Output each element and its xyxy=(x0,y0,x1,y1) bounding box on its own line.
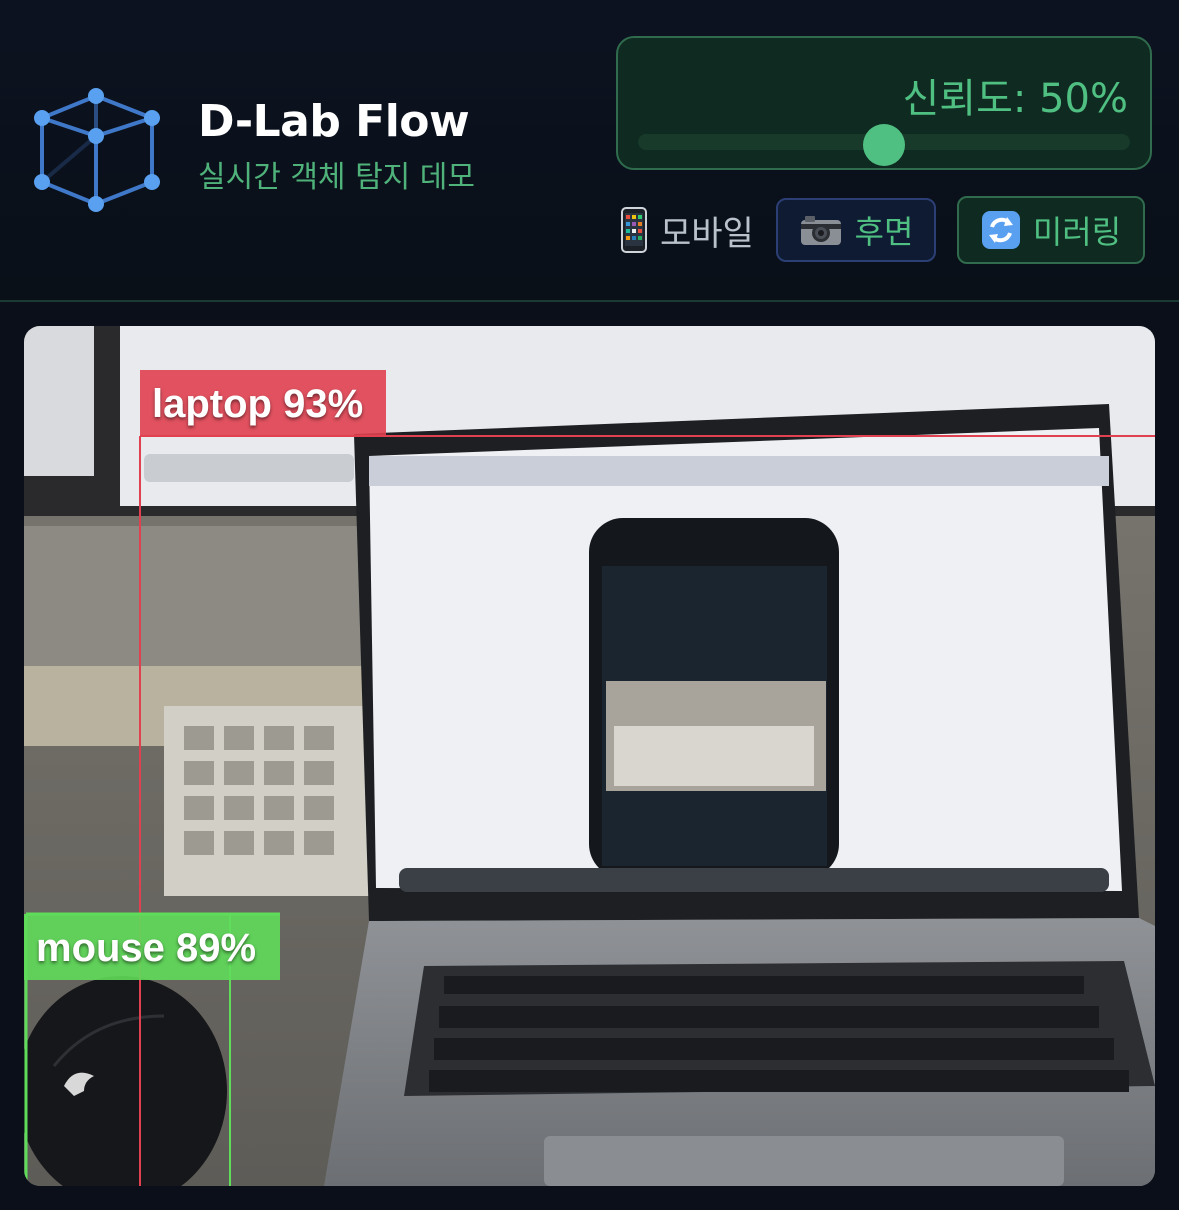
confidence-slider-thumb[interactable] xyxy=(863,124,905,166)
app-title: D-Lab Flow xyxy=(198,96,470,147)
mirroring-label: 미러링 xyxy=(1032,213,1122,251)
rear-camera-button[interactable]: 후면 xyxy=(776,198,936,262)
mirroring-button[interactable]: 미러링 xyxy=(957,196,1145,264)
cube-logo-icon xyxy=(34,88,160,212)
confidence-label: 신뢰도: 50% xyxy=(902,76,1129,122)
device-label: 모바일 xyxy=(660,213,754,254)
camera-feed: laptop 93% mouse 89% xyxy=(24,326,1155,1186)
app-subtitle: 실시간 객체 탐지 데모 xyxy=(198,160,476,195)
camera-icon xyxy=(800,216,841,245)
app-header: D-Lab Flow 실시간 객체 탐지 데모 신뢰도: 50% 모바일 후면 … xyxy=(0,0,1179,302)
confidence-panel: 신뢰도: 50% xyxy=(616,36,1152,170)
mobile-phone-icon xyxy=(621,207,647,253)
mouse-detection-label: mouse 89% xyxy=(36,926,257,970)
device-indicator: 모바일 xyxy=(620,200,754,260)
camera-frame-illustration xyxy=(24,326,1155,1186)
laptop-detection-label: laptop 93% xyxy=(152,382,364,426)
rear-camera-label: 후면 xyxy=(854,213,914,251)
refresh-icon xyxy=(981,211,1020,249)
